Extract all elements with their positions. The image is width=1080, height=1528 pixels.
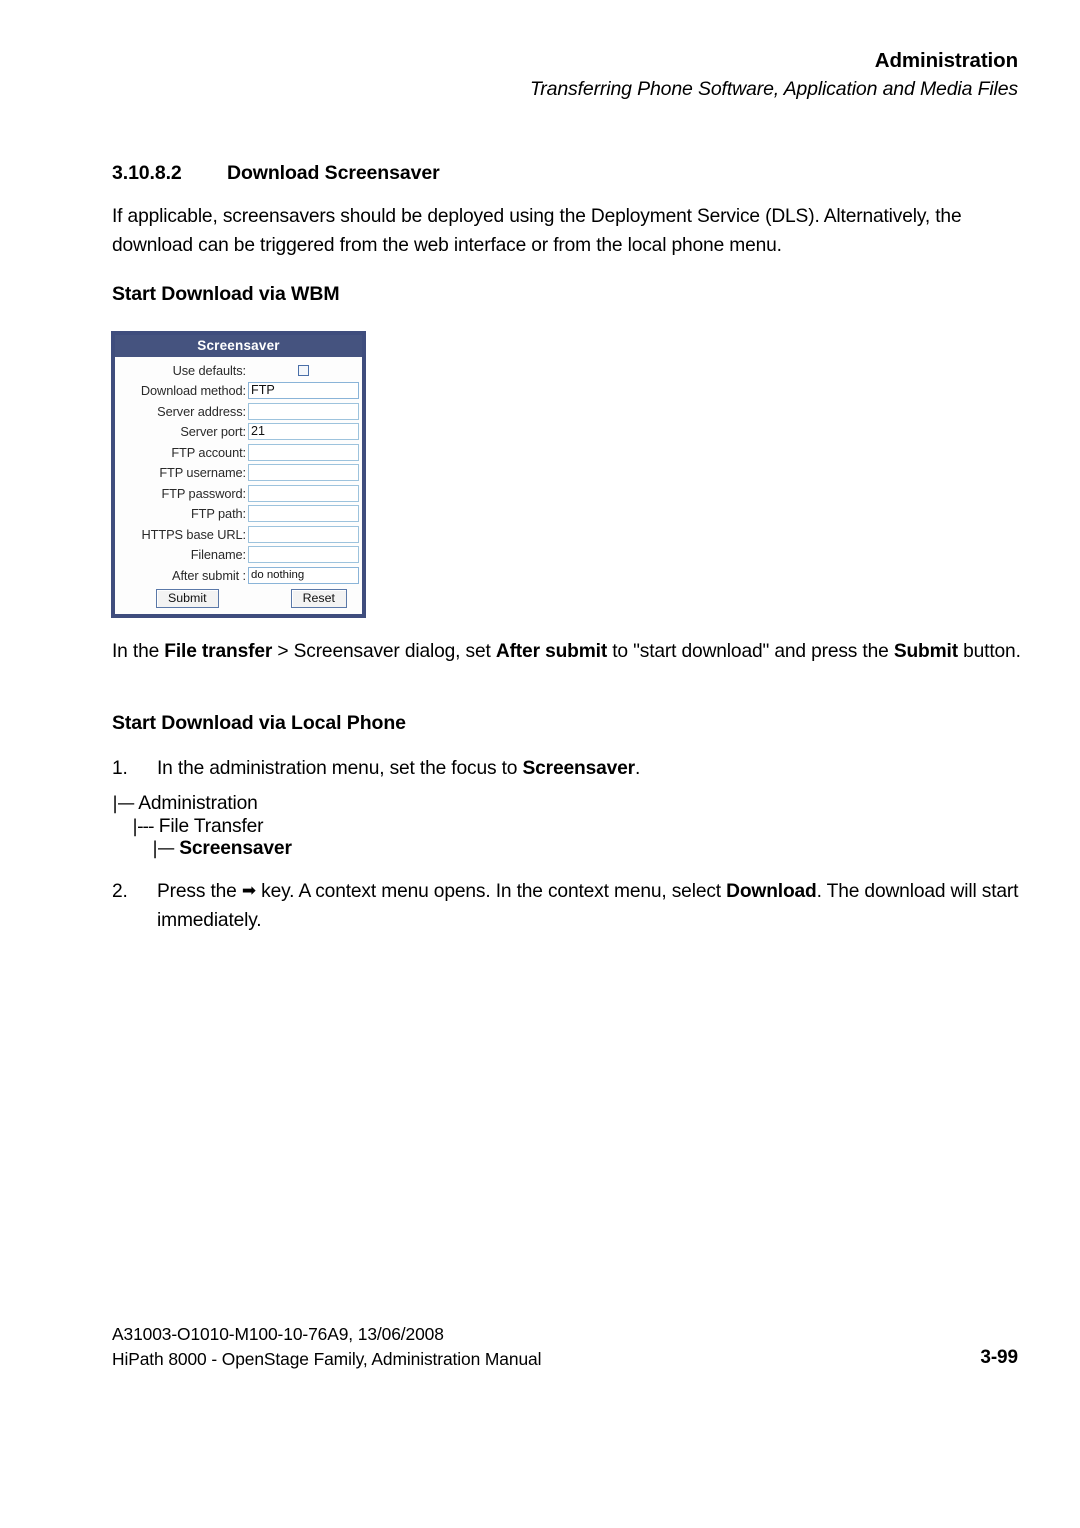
subheading-start-download-local-phone: Start Download via Local Phone bbox=[112, 712, 406, 734]
section-heading: 3.10.8.2 Download Screensaver bbox=[112, 162, 440, 185]
section-title: Download Screensaver bbox=[227, 162, 440, 184]
step-1-part2: . bbox=[635, 758, 641, 779]
footer: A31003-O1010-M100-10-76A9, 13/06/2008 Hi… bbox=[112, 1322, 541, 1372]
form-row-after-submit: After submit : do nothing bbox=[118, 565, 359, 586]
tree-connector-icon: |--- bbox=[132, 815, 155, 837]
footer-line-2: HiPath 8000 - OpenStage Family, Administ… bbox=[112, 1349, 542, 1369]
filename-input[interactable] bbox=[248, 546, 359, 564]
step-2-part2: key. A context menu opens. In the contex… bbox=[256, 881, 727, 902]
use-defaults-checkbox[interactable] bbox=[298, 364, 309, 376]
label-download-method: Download method: bbox=[140, 383, 246, 399]
step-1-text: In the administration menu, set the focu… bbox=[157, 755, 1022, 784]
label-after-submit: After submit : bbox=[172, 567, 246, 583]
step-2-part1: Press the bbox=[157, 881, 242, 902]
ftp-path-input[interactable] bbox=[248, 505, 359, 523]
wbm-para-bold3: Submit bbox=[893, 641, 958, 662]
tree-row-screensaver: |— Screensaver bbox=[112, 838, 292, 861]
tree-label-administration: Administration bbox=[138, 793, 258, 814]
running-head-subtitle: Transferring Phone Software, Application… bbox=[529, 78, 1018, 100]
form-row-ftp-password: FTP password: bbox=[118, 483, 359, 504]
form-row-ftp-username: FTP username: bbox=[118, 463, 359, 484]
subheading-start-download-wbm: Start Download via WBM bbox=[112, 283, 340, 305]
form-row-server-address: Server address: bbox=[118, 401, 359, 422]
server-port-input[interactable]: 21 bbox=[248, 423, 359, 441]
document-page: Administration Transferring Phone Softwa… bbox=[0, 0, 1080, 1528]
arrow-right-icon: ➡ bbox=[241, 881, 256, 901]
page-number: 3-99 bbox=[980, 1347, 1018, 1368]
menu-tree: |— Administration |--- File Transfer |— … bbox=[112, 793, 292, 861]
label-server-port: Server port: bbox=[180, 424, 246, 440]
ftp-password-input[interactable] bbox=[248, 484, 359, 502]
wbm-screensaver-dialog: Screensaver Use defaults: Download metho… bbox=[111, 331, 366, 618]
server-address-input[interactable] bbox=[248, 402, 359, 420]
checkbox-wrap bbox=[248, 364, 359, 376]
label-ftp-path: FTP path: bbox=[190, 506, 246, 522]
step-1-part1: In the administration menu, set the focu… bbox=[157, 758, 523, 779]
running-head-title: Administration bbox=[874, 49, 1018, 72]
wbm-para-part3: to "start download" and press the bbox=[607, 641, 894, 662]
wbm-para-bold1: File transfer bbox=[164, 641, 273, 662]
submit-button[interactable]: Submit bbox=[156, 589, 219, 608]
step-2-number: 2. bbox=[112, 881, 128, 902]
label-server-address: Server address: bbox=[157, 403, 246, 419]
list-item: 1. In the administration menu, set the f… bbox=[112, 755, 1022, 784]
step-2-bold1: Download bbox=[726, 881, 817, 902]
label-filename: Filename: bbox=[190, 547, 246, 563]
label-ftp-account: FTP account: bbox=[171, 444, 246, 460]
tree-label-file-transfer: File Transfer bbox=[158, 815, 264, 837]
tree-connector-icon: |— bbox=[112, 793, 135, 814]
form-row-https-base-url: HTTPS base URL: bbox=[118, 524, 359, 545]
step-1-bold1: Screensaver bbox=[522, 758, 635, 779]
form-row-server-port: Server port: 21 bbox=[118, 422, 359, 443]
label-use-defaults: Use defaults: bbox=[172, 362, 246, 378]
form-row-ftp-account: FTP account: bbox=[118, 442, 359, 463]
form-row-download-method: Download method: FTP bbox=[118, 381, 359, 402]
list-item: 2. Press the ➡ key. A context menu opens… bbox=[112, 878, 1022, 935]
step-1-number: 1. bbox=[112, 758, 128, 779]
dialog-title-bar: Screensaver bbox=[115, 335, 362, 357]
section-number: 3.10.8.2 bbox=[112, 162, 182, 184]
form-row-filename: Filename: bbox=[118, 545, 359, 566]
label-https-base-url: HTTPS base URL: bbox=[141, 526, 247, 542]
dialog-button-row: Submit Reset bbox=[118, 586, 359, 610]
wbm-para-bold2: After submit bbox=[495, 641, 608, 662]
step-2-text: Press the ➡ key. A context menu opens. I… bbox=[157, 878, 1022, 935]
intro-paragraph: If applicable, screensavers should be de… bbox=[112, 206, 962, 256]
form-row-use-defaults: Use defaults: bbox=[118, 360, 359, 381]
tree-row-file-transfer: |--- File Transfer bbox=[112, 816, 292, 839]
wbm-para-part2: > Screensaver dialog, set bbox=[272, 641, 496, 662]
form-row-ftp-path: FTP path: bbox=[118, 504, 359, 525]
after-submit-select[interactable]: do nothing bbox=[248, 566, 359, 584]
reset-button[interactable]: Reset bbox=[290, 589, 347, 608]
label-ftp-username: FTP username: bbox=[159, 465, 246, 481]
dialog-form: Use defaults: Download method: FTP Serve… bbox=[115, 357, 362, 614]
tree-label-screensaver: Screensaver bbox=[179, 838, 292, 859]
tree-row-administration: |— Administration bbox=[112, 793, 292, 816]
tree-connector-icon: |— bbox=[152, 838, 175, 859]
wbm-para-part4: button. bbox=[957, 641, 1021, 662]
ftp-username-input[interactable] bbox=[248, 464, 359, 482]
running-head: Administration Transferring Phone Softwa… bbox=[218, 48, 1018, 104]
https-base-url-input[interactable] bbox=[248, 525, 359, 543]
ftp-account-input[interactable] bbox=[248, 443, 359, 461]
wbm-para-part1: In the bbox=[112, 641, 165, 662]
footer-line-1: A31003-O1010-M100-10-76A9, 13/06/2008 bbox=[112, 1324, 444, 1344]
label-ftp-password: FTP password: bbox=[161, 485, 246, 501]
download-method-select[interactable]: FTP bbox=[248, 382, 359, 400]
wbm-instruction-paragraph: In the File transfer > Screensaver dialo… bbox=[112, 638, 1022, 667]
